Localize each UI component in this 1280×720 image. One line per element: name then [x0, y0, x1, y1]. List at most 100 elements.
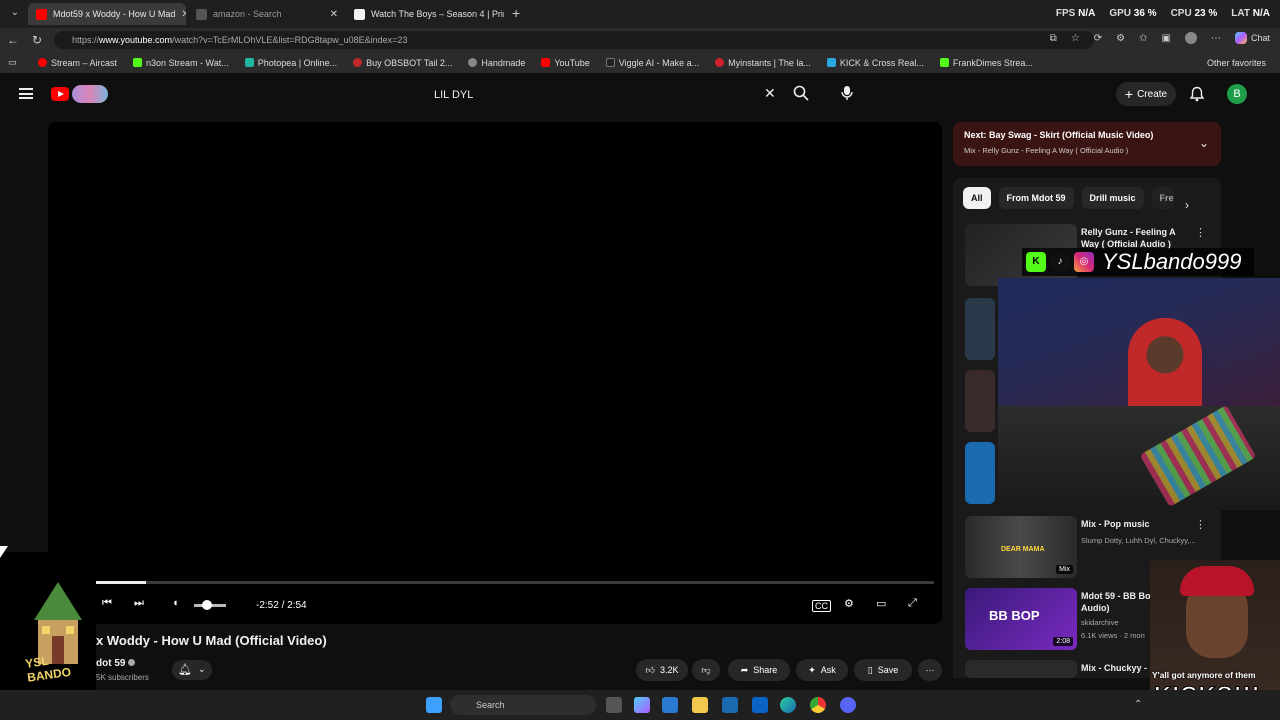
extensions-icon[interactable]: ⚙	[1116, 33, 1125, 44]
chip-drill-music[interactable]: Drill music	[1081, 187, 1144, 209]
profile-icon[interactable]	[1184, 32, 1197, 44]
video-thumbnail[interactable]: BB BOP 2:08	[965, 588, 1077, 650]
chip-partial[interactable]: Fre	[1151, 187, 1174, 209]
more-actions-button[interactable]: ···	[918, 659, 942, 681]
progress-bar[interactable]	[96, 581, 934, 584]
task-view-icon[interactable]	[606, 697, 622, 713]
video-thumbnail[interactable]	[965, 370, 995, 432]
volume-knob[interactable]	[202, 600, 212, 610]
search-input[interactable]: LIL DYL	[424, 82, 788, 108]
next-up-card[interactable]: Next: Bay Swag - Skirt (Official Music V…	[953, 122, 1221, 166]
discord-icon[interactable]	[840, 697, 856, 713]
bookmark-item[interactable]: YouTube	[541, 58, 590, 68]
video-player[interactable]: ⏮ ⏭ ◖ -2:52 / 2:54 CC ⚙ ▭ ⤢	[48, 122, 942, 624]
windows-start-icon[interactable]	[426, 697, 442, 713]
bookmark-item[interactable]: Handmade	[468, 58, 525, 68]
save-button[interactable]: ▯ Save	[854, 659, 912, 681]
back-icon[interactable]: ←	[2, 33, 24, 47]
previous-icon[interactable]: ⏮	[102, 597, 112, 610]
search-icon[interactable]	[793, 85, 809, 101]
chip-all[interactable]: All	[963, 187, 991, 209]
tiktok-icon: ♪	[1050, 252, 1070, 272]
account-avatar[interactable]: B	[1227, 84, 1247, 104]
captions-icon[interactable]: CC	[812, 600, 831, 612]
close-tab-icon[interactable]: ✕	[181, 9, 186, 20]
channel-name[interactable]: dot 59	[96, 658, 136, 669]
more-icon[interactable]: ⋯	[1211, 33, 1221, 44]
create-button[interactable]: + Create	[1116, 82, 1176, 106]
bookmark-item[interactable]: KICK & Cross Real...	[826, 58, 924, 68]
bookmarks-toggle-icon[interactable]: ▭	[8, 57, 17, 68]
bookmark-item[interactable]: FrankDimes Strea...	[939, 58, 1033, 68]
youtube-doodle[interactable]	[72, 85, 108, 103]
favorite-star-icon[interactable]: ☆	[1071, 33, 1080, 44]
microphone-icon[interactable]	[840, 85, 854, 101]
subscriber-count: 5K subscribers	[96, 673, 149, 682]
subscription-bell-button[interactable]: 🔔︎ ⌄	[172, 660, 212, 680]
video-thumbnail[interactable]	[965, 442, 995, 504]
outlook-icon[interactable]	[752, 697, 768, 713]
more-vertical-icon[interactable]: ⋮	[1195, 226, 1206, 239]
video-thumbnail[interactable]	[965, 298, 995, 360]
url-field[interactable]: https://www.youtube.com/watch?v=TcErMLOh…	[54, 31, 1094, 49]
video-thumbnail[interactable]: DEAR MAMA Mix	[965, 516, 1077, 578]
settings-gear-icon[interactable]: ⚙	[844, 597, 854, 610]
refresh-icon[interactable]: ↻	[26, 33, 48, 47]
clear-search-icon[interactable]: ✕	[764, 85, 776, 102]
edge-browser-icon[interactable]	[780, 697, 796, 713]
new-tab-button[interactable]: +	[512, 5, 520, 21]
bookmark-item[interactable]: n3on Stream - Wat...	[133, 58, 229, 68]
like-button[interactable]: 👍︎ 3.2K	[636, 659, 688, 681]
thumbs-down-icon: 👎︎	[701, 664, 711, 675]
recommendation-title[interactable]: Mix - Pop music	[1081, 518, 1191, 530]
fullscreen-icon[interactable]: ⤢	[908, 597, 917, 610]
prime-favicon-icon	[354, 8, 365, 20]
video-thumbnail[interactable]	[965, 660, 1077, 678]
bookmark-item[interactable]: Viggle AI - Make a...	[605, 58, 699, 68]
copilot-chat-button[interactable]: Chat	[1234, 32, 1270, 44]
tab-youtube[interactable]: Mdot59 x Woddy - How U Mad ✕	[28, 3, 186, 25]
address-bar-actions: ⧉ ☆ ⟳ ⚙ ✩ ▣ ⋯ Chat	[1050, 32, 1270, 44]
youtube-logo-icon[interactable]	[51, 87, 69, 101]
ask-button[interactable]: ✦ Ask	[796, 659, 848, 681]
copilot-icon	[1234, 32, 1247, 44]
tab-prime[interactable]: Watch The Boys – Season 4 | Prime ✕	[346, 3, 504, 25]
notifications-bell-icon[interactable]	[1189, 86, 1205, 102]
dislike-button[interactable]: 👎︎	[692, 659, 720, 681]
bookmark-item[interactable]: Stream – Aircast	[38, 58, 117, 68]
bookmark-item[interactable]: Myinstants | The la...	[715, 58, 811, 68]
more-vertical-icon[interactable]: ⋮	[1195, 518, 1206, 531]
close-tab-icon[interactable]: ✕	[330, 9, 338, 20]
next-icon[interactable]: ⏭	[134, 597, 144, 610]
share-icon: ➦	[740, 664, 749, 675]
taskbar-search[interactable]: Search	[450, 695, 596, 715]
chevron-right-icon[interactable]: ›	[1185, 198, 1189, 212]
menu-icon[interactable]	[19, 88, 33, 99]
thumbnail-caption: DEAR MAMA	[1001, 546, 1045, 553]
show-hidden-icons-icon[interactable]: ⌃	[1134, 699, 1142, 710]
store-icon[interactable]	[662, 697, 678, 713]
other-favorites[interactable]: Other favorites	[1207, 58, 1266, 68]
share-button[interactable]: ➦ Share	[728, 659, 790, 681]
refresh-extension-icon[interactable]: ⟳	[1094, 33, 1102, 44]
app-icon[interactable]	[722, 697, 738, 713]
tab-amazon[interactable]: amazon - Search ✕	[188, 3, 346, 25]
verified-icon	[128, 659, 136, 666]
bookmark-item[interactable]: Buy OBSBOT Tail 2...	[353, 58, 452, 68]
recommendation-title[interactable]: Mdot 59 - BB Bo Audio)	[1081, 590, 1151, 614]
copilot-app-icon[interactable]	[634, 697, 650, 713]
miniplayer-icon[interactable]: ▭	[876, 597, 886, 610]
chip-from-channel[interactable]: From Mdot 59	[998, 187, 1074, 209]
open-in-app-icon[interactable]: ⧉	[1050, 33, 1057, 44]
chrome-icon[interactable]	[810, 697, 826, 713]
tab-actions-icon[interactable]: ⌄	[4, 7, 26, 18]
recommendation-title[interactable]: Relly Gunz - Feeling A Way ( Official Au…	[1081, 226, 1191, 250]
plus-icon: +	[1124, 86, 1134, 102]
bookmark-item[interactable]: Photopea | Online...	[244, 58, 337, 68]
favorites-icon[interactable]: ✩	[1139, 33, 1147, 44]
next-subtitle: Mix - Relly Gunz - Feeling A Way ( Offic…	[964, 146, 1129, 155]
volume-icon[interactable]: ◖	[172, 597, 179, 609]
chevron-down-icon[interactable]: ⌄	[1199, 136, 1209, 150]
file-explorer-icon[interactable]	[692, 697, 708, 713]
collections-icon[interactable]: ▣	[1162, 33, 1171, 44]
